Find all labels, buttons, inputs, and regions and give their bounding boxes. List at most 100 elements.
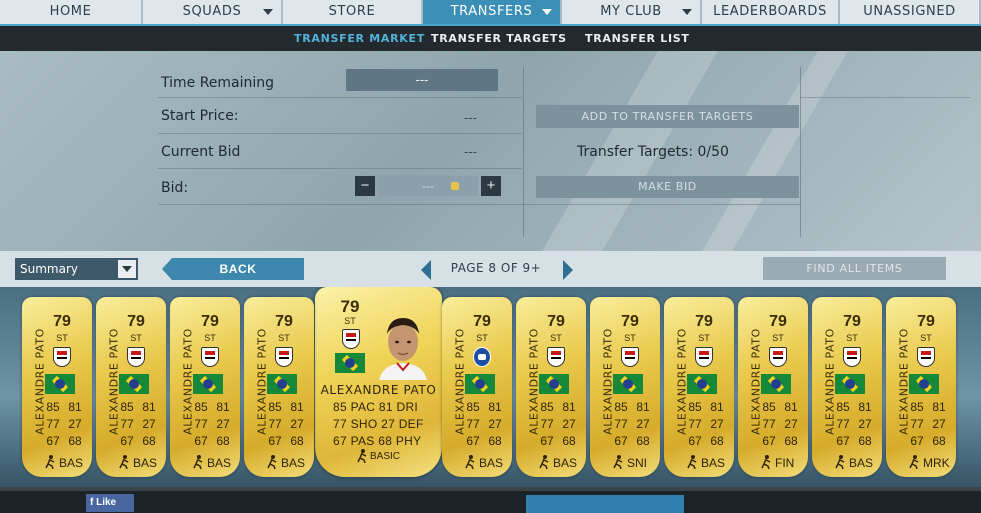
nav-tab-home[interactable]: HOME xyxy=(0,0,143,24)
make-bid-button[interactable]: MAKE BID xyxy=(536,176,799,198)
add-to-transfer-targets-button[interactable]: ADD TO TRANSFER TARGETS xyxy=(536,105,799,128)
card-rating: 79 xyxy=(695,313,713,330)
bid-input[interactable]: --- xyxy=(378,176,478,196)
nav-tab-store[interactable]: STORE xyxy=(283,0,423,24)
card-stat-phy: 68 xyxy=(636,434,650,448)
card-stats-row: 85 PAC 81 DRI xyxy=(333,400,419,414)
card-stat-dri: 81 xyxy=(290,400,304,414)
subnav-transfer-market[interactable]: TRANSFER MARKET xyxy=(294,32,425,45)
card-stat-phy: 68 xyxy=(290,434,304,448)
time-remaining-label: Time Remaining xyxy=(161,75,275,91)
nav-tab-squads[interactable]: SQUADS xyxy=(143,0,283,24)
nav-tab-label: HOME xyxy=(49,4,92,19)
card-stat-phy: 68 xyxy=(488,434,502,448)
nav-tab-my-club[interactable]: MY CLUB xyxy=(562,0,702,24)
chemistry-style-icon xyxy=(193,455,203,469)
card-stat-pac: 85 xyxy=(762,400,776,414)
view-select[interactable]: Summary xyxy=(15,258,138,280)
player-card[interactable]: 79 ST ALEXANDRE PATO 85 81 77 27 67 68 BAS xyxy=(170,297,240,477)
card-stat-pac: 85 xyxy=(688,400,702,414)
current-bid-value: --- xyxy=(464,144,477,159)
facebook-like-button[interactable]: f Like xyxy=(86,494,134,512)
nav-tab-unassigned[interactable]: UNASSIGNED xyxy=(840,0,981,24)
subnav-transfer-targets[interactable]: TRANSFER TARGETS xyxy=(431,32,567,45)
chemistry-style-icon xyxy=(465,455,475,469)
chemistry-style-icon xyxy=(761,455,771,469)
player-card[interactable]: 79 ST ALEXANDRE PATO 85 81 77 27 67 68 BAS xyxy=(812,297,882,477)
prev-page-icon[interactable] xyxy=(421,260,431,280)
card-stat-dri: 81 xyxy=(562,400,576,414)
card-stat-dri: 81 xyxy=(932,400,946,414)
player-card[interactable]: 79 ST ALEXANDRE PATO 85 81 77 27 67 68 BAS xyxy=(96,297,166,477)
subnav-transfer-list[interactable]: TRANSFER LIST xyxy=(585,32,690,45)
chemistry-style-icon xyxy=(613,455,623,469)
card-stat-dri: 81 xyxy=(488,400,502,414)
footer-action-button[interactable] xyxy=(526,495,684,513)
decrease-bid-button[interactable]: − xyxy=(355,176,375,196)
nav-tab-label: UNASSIGNED xyxy=(863,4,956,19)
card-rating: 79 xyxy=(769,313,787,330)
card-stat-dri: 81 xyxy=(784,400,798,414)
brazil-flag-icon xyxy=(539,374,569,394)
card-position: ST xyxy=(550,333,562,343)
card-position: ST xyxy=(344,316,356,326)
player-card[interactable]: 79 ST ALEXANDRE PATO 85 81 77 27 67 68 MRK xyxy=(886,297,956,477)
card-position: ST xyxy=(56,333,68,343)
current-bid-label: Current Bid xyxy=(161,144,241,160)
card-stat-phy: 68 xyxy=(710,434,724,448)
card-stat-phy: 68 xyxy=(784,434,798,448)
selected-player-card[interactable]: 79 ST ALEXANDRE PATO 85 PAC 81 DRI 77 SH… xyxy=(315,287,442,477)
player-card[interactable]: 79 ST ALEXANDRE PATO 85 81 77 27 67 68 FIN xyxy=(738,297,808,477)
club-crest-icon xyxy=(342,329,360,349)
player-card[interactable]: 79 ST ALEXANDRE PATO 85 81 77 27 67 68 BAS xyxy=(22,297,92,477)
find-all-items-button[interactable]: FIND ALL ITEMS xyxy=(763,257,946,280)
player-card[interactable]: 79 ST ALEXANDRE PATO 85 81 77 27 67 68 BAS xyxy=(516,297,586,477)
card-stat-phy: 68 xyxy=(562,434,576,448)
card-player-name: ALEXANDRE PATO xyxy=(320,383,437,397)
card-stat-def: 27 xyxy=(636,417,650,431)
card-chemistry-style: BAS xyxy=(281,456,306,470)
card-rating: 79 xyxy=(843,313,861,330)
card-chemistry-style: BAS xyxy=(207,456,232,470)
chemistry-style-icon xyxy=(835,455,845,469)
increase-bid-button[interactable]: + xyxy=(481,176,501,196)
card-stat-dri: 81 xyxy=(858,400,872,414)
card-position: ST xyxy=(204,333,216,343)
card-chemistry-style: SNI xyxy=(627,456,648,470)
nav-tab-leaderboards[interactable]: LEADERBOARDS xyxy=(702,0,840,24)
chemistry-style-icon xyxy=(267,455,277,469)
chemistry-style-icon xyxy=(45,455,55,469)
club-crest-icon xyxy=(275,347,293,367)
nav-tab-transfers[interactable]: TRANSFERS xyxy=(423,0,562,24)
card-stat-def: 27 xyxy=(562,417,576,431)
club-crest-icon xyxy=(843,347,861,367)
card-stat-def: 27 xyxy=(290,417,304,431)
card-stat-def: 27 xyxy=(784,417,798,431)
club-crest-icon xyxy=(127,347,145,367)
card-rating: 79 xyxy=(201,313,219,330)
chevron-down-icon[interactable] xyxy=(682,9,692,15)
player-card[interactable]: 79 ST ALEXANDRE PATO 85 81 77 27 67 68 BAS xyxy=(442,297,512,477)
brazil-flag-icon xyxy=(761,374,791,394)
player-card[interactable]: 79 ST ALEXANDRE PATO 85 81 77 27 67 68 BAS xyxy=(664,297,734,477)
card-stat-pas: 67 xyxy=(46,434,60,448)
chemistry-style-icon xyxy=(909,455,919,469)
next-page-icon[interactable] xyxy=(563,260,573,280)
player-card[interactable]: 79 ST ALEXANDRE PATO 85 81 77 27 67 68 BAS xyxy=(244,297,314,477)
column-divider xyxy=(800,67,801,237)
sub-nav: TRANSFER MARKET TRANSFER TARGETS TRANSFER … xyxy=(0,24,981,51)
card-stat-def: 27 xyxy=(216,417,230,431)
page-indicator: PAGE 8 OF 9+ xyxy=(450,261,542,275)
chevron-down-icon[interactable] xyxy=(118,260,136,278)
chevron-down-icon[interactable] xyxy=(263,9,273,15)
chevron-down-icon[interactable] xyxy=(542,9,552,15)
divider xyxy=(158,133,522,134)
player-card[interactable]: 79 ST ALEXANDRE PATO 85 81 77 27 67 68 SNI xyxy=(590,297,660,477)
divider xyxy=(800,97,970,98)
start-price-value: --- xyxy=(464,110,477,125)
chemistry-style-icon xyxy=(357,449,367,463)
card-stat-def: 27 xyxy=(710,417,724,431)
card-stat-pac: 85 xyxy=(194,400,208,414)
back-button[interactable]: BACK xyxy=(162,258,304,280)
card-position: ST xyxy=(624,333,636,343)
